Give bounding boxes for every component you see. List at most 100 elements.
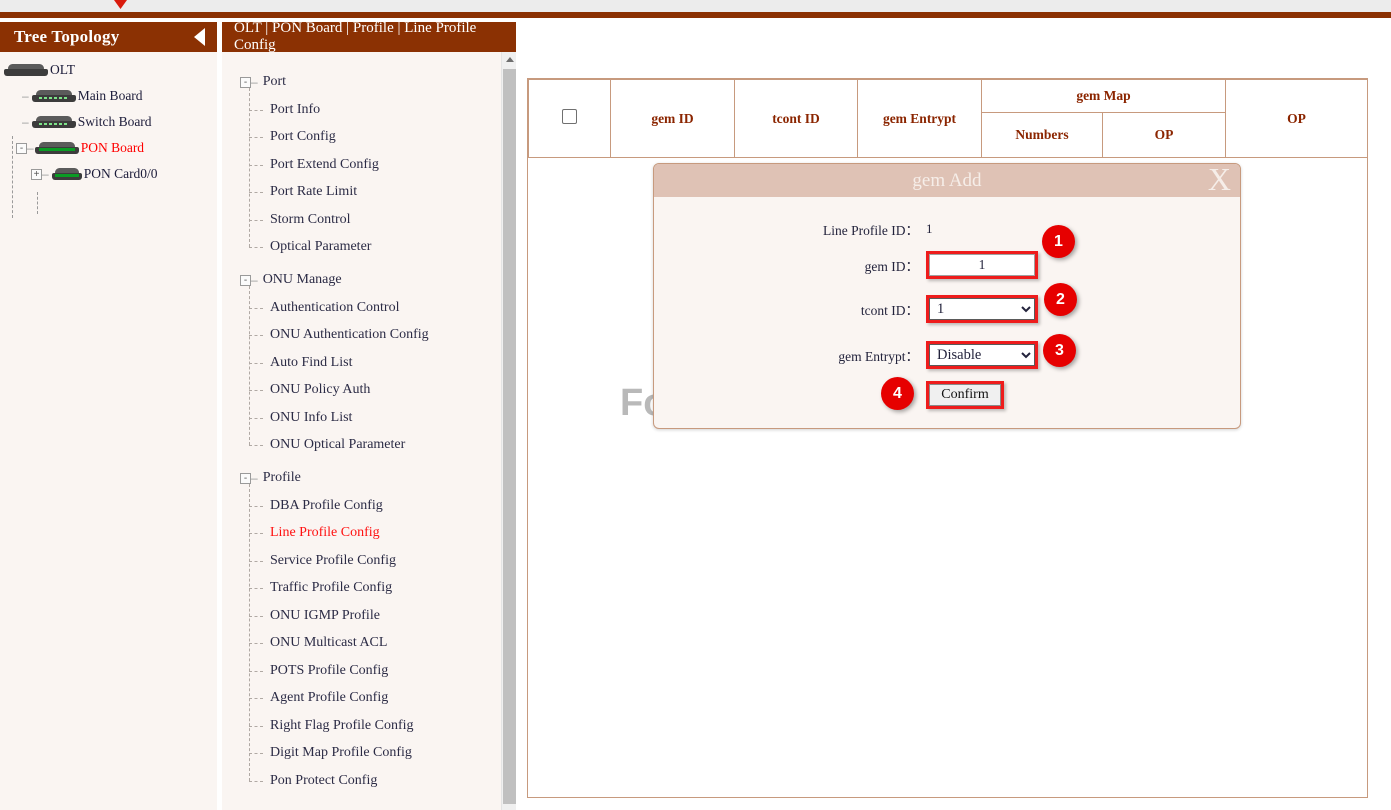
menu-group-port[interactable]: - – Port	[222, 68, 516, 96]
tree-branch-icon	[249, 781, 263, 782]
tree-branch-icon	[249, 390, 263, 391]
menu-group-onu-manage[interactable]: - – ONU Manage	[222, 266, 516, 294]
tcont-id-row: tcont ID： 1	[654, 287, 1240, 331]
tree-branch-icon: –	[251, 75, 257, 89]
menu-item-storm-control[interactable]: Storm Control	[222, 206, 516, 234]
tree-branch-icon: –	[251, 471, 257, 485]
menu-item-label: Service Profile Config	[270, 553, 396, 569]
tree-branch-icon	[249, 110, 263, 111]
gem-id-row: gem ID：	[654, 243, 1240, 287]
tree-connector	[37, 192, 38, 214]
menu-item-port-extend-config[interactable]: Port Extend Config	[222, 151, 516, 179]
tree-branch-icon	[249, 616, 263, 617]
menu-item-label: Authentication Control	[270, 300, 399, 316]
menu-item-onu-multicast-acl[interactable]: ONU Multicast ACL	[222, 630, 516, 658]
menu-item-right-flag-profile-config[interactable]: Right Flag Profile Config	[222, 712, 516, 740]
select-all-cell[interactable]	[529, 80, 611, 158]
collapse-panel-icon[interactable]	[194, 28, 205, 46]
menu-item-label: Agent Profile Config	[270, 690, 388, 706]
menu-item-port-rate-limit[interactable]: Port Rate Limit	[222, 179, 516, 207]
gem-id-highlight	[926, 251, 1038, 279]
tree-branch-icon	[249, 698, 263, 699]
tree-topology-body: OLT – Main Board – Switch Board	[0, 52, 217, 187]
tree-branch-icon: –	[251, 273, 257, 287]
tree-node-pon-card[interactable]: + – PON Card0/0	[0, 161, 217, 187]
menu-group-onu-manage-children: Authentication Control ONU Authenticatio…	[222, 294, 516, 459]
line-profile-id-row: Line Profile ID： 1	[654, 215, 1240, 243]
top-brown-strip	[0, 12, 1391, 18]
menu-item-label: ONU Authentication Config	[270, 327, 429, 343]
tcont-id-select[interactable]: 1	[929, 298, 1035, 320]
gem-entrypt-select[interactable]: Disable	[929, 344, 1035, 366]
header-gem-map: gem Map	[982, 80, 1226, 113]
tree-node-pon-board[interactable]: - – PON Board	[0, 135, 217, 161]
confirm-row: Confirm	[654, 379, 1240, 411]
menu-item-label: DBA Profile Config	[270, 498, 383, 514]
confirm-button[interactable]: Confirm	[929, 384, 1001, 406]
tree-branch-icon	[249, 192, 263, 193]
header-gem-map-numbers: Numbers	[982, 113, 1103, 158]
menu-scroll-area: - – Port Port Info Port Config Port Exte…	[222, 52, 516, 810]
tree-branch-icon: –	[22, 89, 28, 103]
expander-collapse-icon[interactable]: -	[240, 473, 251, 484]
tree-node-switch-board[interactable]: – Switch Board	[0, 109, 217, 135]
card-icon	[52, 168, 82, 181]
expander-collapse-icon[interactable]: -	[240, 77, 251, 88]
tree-node-label: OLT	[50, 62, 75, 78]
menu-panel: OLT | PON Board | Profile | Line Profile…	[222, 22, 516, 810]
menu-item-label: ONU Multicast ACL	[270, 635, 387, 651]
breadcrumb: OLT | PON Board | Profile | Line Profile…	[234, 20, 516, 54]
menu-scrollbar[interactable]	[501, 52, 516, 810]
menu-item-onu-info-list[interactable]: ONU Info List	[222, 404, 516, 432]
menu-item-onu-policy-auth[interactable]: ONU Policy Auth	[222, 377, 516, 405]
tree-branch-icon	[249, 308, 263, 309]
tree-branch-icon	[249, 671, 263, 672]
board-icon	[35, 142, 79, 155]
menu-item-label: ONU Info List	[270, 410, 352, 426]
tree-branch-icon	[249, 137, 263, 138]
scrollbar-thumb[interactable]	[503, 69, 516, 804]
menu-item-authentication-control[interactable]: Authentication Control	[222, 294, 516, 322]
menu-item-label: ONU Policy Auth	[270, 382, 370, 398]
menu-item-dba-profile-config[interactable]: DBA Profile Config	[222, 492, 516, 520]
dialog-title: gem Add	[912, 170, 981, 192]
menu-item-digit-map-profile-config[interactable]: Digit Map Profile Config	[222, 740, 516, 768]
step-badge-2: 2	[1044, 283, 1077, 316]
menu-item-onu-authentication-config[interactable]: ONU Authentication Config	[222, 322, 516, 350]
step-badge-4: 4	[881, 377, 914, 410]
menu-item-port-config[interactable]: Port Config	[222, 124, 516, 152]
menu-item-pon-protect-config[interactable]: Pon Protect Config	[222, 767, 516, 795]
menu-item-auto-find-list[interactable]: Auto Find List	[222, 349, 516, 377]
tree-topology-header: Tree Topology	[0, 22, 217, 52]
menu-item-pots-profile-config[interactable]: POTS Profile Config	[222, 657, 516, 685]
menu-item-onu-optical-parameter[interactable]: ONU Optical Parameter	[222, 432, 516, 460]
tree-branch-icon	[249, 726, 263, 727]
menu-item-service-profile-config[interactable]: Service Profile Config	[222, 547, 516, 575]
menu-group-profile[interactable]: - – Profile	[222, 464, 516, 492]
expander-collapse-icon[interactable]: -	[16, 143, 27, 154]
menu-group-label: ONU Manage	[263, 272, 342, 288]
expander-collapse-icon[interactable]: -	[240, 275, 251, 286]
device-icon	[4, 64, 48, 77]
menu-item-agent-profile-config[interactable]: Agent Profile Config	[222, 685, 516, 713]
menu-item-line-profile-config[interactable]: Line Profile Config	[222, 520, 516, 548]
tree-node-label: Main Board	[78, 88, 143, 104]
gem-add-dialog: gem Add X Line Profile ID： 1 gem ID： tco…	[653, 163, 1241, 429]
board-icon	[32, 90, 76, 103]
tree-node-olt[interactable]: OLT	[0, 57, 217, 83]
gem-id-input[interactable]	[929, 254, 1035, 276]
menu-item-traffic-profile-config[interactable]: Traffic Profile Config	[222, 575, 516, 603]
scroll-up-arrow-icon[interactable]	[502, 52, 516, 67]
menu-item-onu-igmp-profile[interactable]: ONU IGMP Profile	[222, 602, 516, 630]
select-all-checkbox[interactable]	[562, 109, 577, 124]
close-icon[interactable]: X	[1208, 161, 1231, 197]
tree-node-main-board[interactable]: – Main Board	[0, 83, 217, 109]
menu-item-port-info[interactable]: Port Info	[222, 96, 516, 124]
gem-id-label: gem ID：	[654, 255, 926, 275]
board-icon	[32, 116, 76, 129]
breadcrumb-bar: OLT | PON Board | Profile | Line Profile…	[222, 22, 516, 52]
menu-item-optical-parameter[interactable]: Optical Parameter	[222, 234, 516, 262]
menu-group-label: Port	[263, 74, 286, 90]
dialog-title-bar: gem Add X	[654, 164, 1240, 197]
expander-expand-icon[interactable]: +	[31, 169, 42, 180]
